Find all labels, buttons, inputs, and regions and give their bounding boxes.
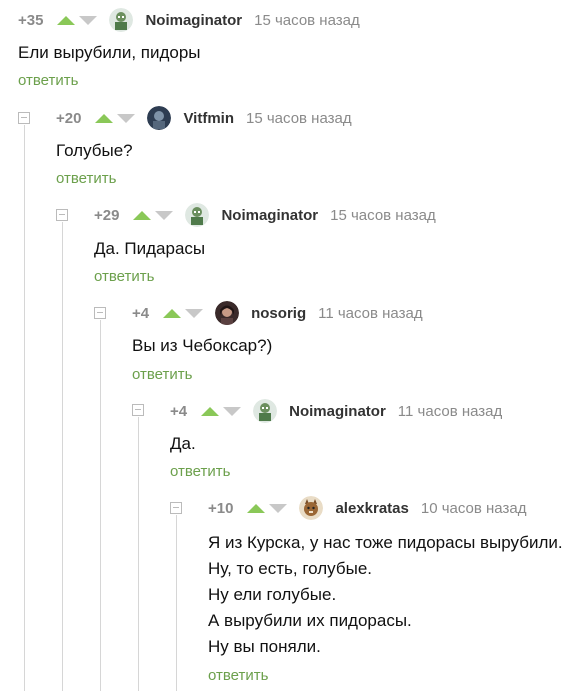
vote-controls bbox=[247, 503, 288, 513]
upvote-icon[interactable] bbox=[163, 308, 182, 318]
reply-button[interactable]: ответить bbox=[132, 366, 192, 383]
comment-line: Да. Пидарасы bbox=[94, 239, 206, 258]
rating: +4 bbox=[132, 304, 150, 322]
comment-line: Ну, то есть, голубые. bbox=[208, 559, 372, 578]
comment-line: А вырубили их пидорасы. bbox=[208, 611, 412, 630]
comment-header: +4 nosorig 11 часов назад bbox=[132, 300, 423, 326]
thread-line bbox=[24, 125, 25, 691]
comment-header: +35 Noimaginator 15 часов назад bbox=[18, 7, 360, 33]
reply-button[interactable]: ответить bbox=[56, 170, 116, 187]
comment-text: Ели вырубили, пидоры bbox=[18, 40, 201, 66]
rating: +35 bbox=[18, 11, 44, 29]
comment-text: Да. Пидарасы bbox=[94, 236, 205, 262]
comment-text: Я из Курска, у нас тоже пидорасы вырубил… bbox=[208, 530, 563, 660]
collapse-thread-button[interactable] bbox=[132, 404, 144, 416]
collapse-thread-button[interactable] bbox=[94, 307, 106, 319]
timestamp[interactable]: 10 часов назад bbox=[421, 500, 527, 517]
green-character-avatar-icon[interactable] bbox=[109, 8, 134, 32]
comment-text: Вы из Чебоксар?) bbox=[132, 333, 272, 359]
rating: +4 bbox=[170, 402, 188, 420]
comment-text: Да. bbox=[170, 431, 196, 457]
brown-cat-avatar-icon[interactable] bbox=[299, 496, 324, 520]
comment-line: Вы из Чебоксар?) bbox=[132, 336, 273, 355]
vote-controls bbox=[95, 113, 136, 123]
photo-avatar-icon[interactable] bbox=[215, 301, 240, 325]
vote-controls bbox=[201, 406, 242, 416]
reply-button[interactable]: ответить bbox=[170, 463, 230, 480]
collapse-thread-button[interactable] bbox=[56, 209, 68, 221]
downvote-icon[interactable] bbox=[79, 15, 98, 25]
comment-header: +4 Noimaginator 11 часов назад bbox=[170, 398, 502, 424]
downvote-icon[interactable] bbox=[185, 308, 204, 318]
comment-line: Ну вы поняли. bbox=[208, 637, 321, 656]
vote-controls bbox=[163, 308, 204, 318]
reply-button[interactable]: ответить bbox=[94, 268, 154, 285]
username[interactable]: alexkratas bbox=[335, 500, 408, 517]
comment-line: Да. bbox=[170, 434, 196, 453]
comment-text: Голубые? bbox=[56, 138, 133, 164]
vote-controls bbox=[57, 15, 98, 25]
downvote-icon[interactable] bbox=[223, 406, 242, 416]
username[interactable]: nosorig bbox=[251, 305, 306, 322]
username[interactable]: Vitfmin bbox=[183, 110, 234, 127]
timestamp[interactable]: 15 часов назад bbox=[254, 12, 360, 29]
username[interactable]: Noimaginator bbox=[221, 207, 318, 224]
comment-line: Голубые? bbox=[56, 141, 133, 160]
thread-line bbox=[100, 320, 101, 691]
timestamp[interactable]: 15 часов назад bbox=[246, 110, 352, 127]
timestamp[interactable]: 15 часов назад bbox=[330, 207, 436, 224]
comment-header: +20 Vitfmin 15 часов назад bbox=[56, 105, 352, 131]
upvote-icon[interactable] bbox=[133, 210, 152, 220]
collapse-thread-button[interactable] bbox=[18, 112, 30, 124]
comment-header: +10 alexkratas 10 часов назад bbox=[208, 495, 526, 521]
dark-blue-avatar-icon[interactable] bbox=[147, 106, 172, 130]
thread-line bbox=[62, 222, 63, 691]
downvote-icon[interactable] bbox=[155, 210, 174, 220]
rating: +20 bbox=[56, 109, 82, 127]
rating: +10 bbox=[208, 499, 234, 517]
thread-line bbox=[138, 417, 139, 691]
reply-button[interactable]: ответить bbox=[208, 667, 268, 684]
green-character-avatar-icon[interactable] bbox=[185, 203, 210, 227]
downvote-icon[interactable] bbox=[117, 113, 136, 123]
comment-line: Ну ели голубые. bbox=[208, 585, 337, 604]
vote-controls bbox=[133, 210, 174, 220]
comment-line: Ели вырубили, пидоры bbox=[18, 43, 201, 62]
reply-button[interactable]: ответить bbox=[18, 72, 78, 89]
username[interactable]: Noimaginator bbox=[289, 403, 386, 420]
username[interactable]: Noimaginator bbox=[145, 12, 242, 29]
upvote-icon[interactable] bbox=[247, 503, 266, 513]
comment-line: Я из Курска, у нас тоже пидорасы вырубил… bbox=[208, 533, 563, 552]
upvote-icon[interactable] bbox=[57, 15, 76, 25]
upvote-icon[interactable] bbox=[201, 406, 220, 416]
collapse-thread-button[interactable] bbox=[170, 502, 182, 514]
timestamp[interactable]: 11 часов назад bbox=[398, 403, 502, 420]
comment-header: +29 Noimaginator 15 часов назад bbox=[94, 202, 436, 228]
upvote-icon[interactable] bbox=[95, 113, 114, 123]
green-character-avatar-icon[interactable] bbox=[253, 399, 278, 423]
thread-line bbox=[176, 515, 177, 691]
rating: +29 bbox=[94, 206, 120, 224]
timestamp[interactable]: 11 часов назад bbox=[318, 305, 422, 322]
downvote-icon[interactable] bbox=[269, 503, 288, 513]
